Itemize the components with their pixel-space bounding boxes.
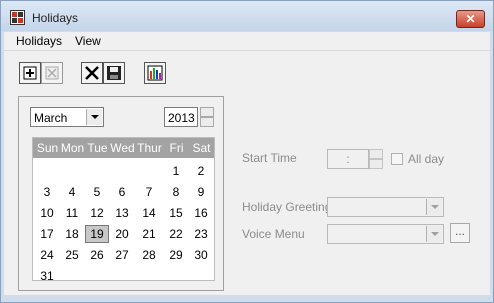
new-holiday-icon	[23, 66, 37, 80]
calendar-day[interactable]: 16	[189, 204, 213, 222]
close-button[interactable]: ✕	[456, 10, 485, 28]
new-holiday-button[interactable]	[19, 62, 41, 84]
calendar-day[interactable]: 15	[164, 204, 188, 222]
calendar-day[interactable]: 30	[189, 246, 213, 264]
calendar-day[interactable]: 23	[189, 225, 213, 243]
chevron-down-icon[interactable]	[426, 226, 442, 242]
year-down-button[interactable]	[200, 117, 214, 127]
calendar-day[interactable]: 25	[60, 246, 84, 264]
year-field[interactable]: 2013	[164, 107, 198, 127]
calendar-day[interactable]: 20	[110, 225, 134, 243]
edit-button[interactable]	[41, 62, 63, 84]
weekday-label: Wed	[110, 141, 135, 155]
calendar-day[interactable]: 12	[85, 204, 109, 222]
chevron-down-icon[interactable]	[86, 109, 102, 125]
greeting-select[interactable]	[327, 197, 444, 217]
calendar-day[interactable]: 3	[35, 183, 59, 201]
calendar-day[interactable]: 1	[164, 162, 188, 180]
title-bar[interactable]: Holidays ✕	[1, 1, 493, 31]
weekday-label: Thur	[137, 141, 162, 155]
calendar-day[interactable]: 18	[60, 225, 84, 243]
calendar-day[interactable]: 14	[137, 204, 161, 222]
calendar-day[interactable]: 28	[137, 246, 161, 264]
weekday-label: Tue	[87, 141, 108, 155]
calendar-day[interactable]: 2	[189, 162, 213, 180]
calendar-day[interactable]: 31	[35, 267, 59, 285]
report-button[interactable]	[144, 62, 166, 84]
holidays-window: Holidays ✕ Holidays View March 2013 Sun …	[0, 0, 494, 303]
calendar-day[interactable]: 26	[85, 246, 109, 264]
voice-menu-browse-button[interactable]: ...	[450, 223, 470, 243]
selected-day[interactable]: 19	[85, 225, 109, 243]
start-time-label: Start Time	[242, 151, 297, 165]
window-title: Holidays	[32, 11, 79, 25]
calendar-day[interactable]: 6	[110, 183, 134, 201]
calendar-day[interactable]: 4	[60, 183, 84, 201]
calendar-day[interactable]: 10	[35, 204, 59, 222]
save-button[interactable]	[103, 62, 125, 84]
calendar-day[interactable]: 17	[35, 225, 59, 243]
calendar-day[interactable]: 13	[110, 204, 134, 222]
calendar-day[interactable]: 8	[164, 183, 188, 201]
report-chart-icon	[147, 65, 163, 81]
month-value: March	[34, 111, 68, 125]
start-time-input[interactable]: :	[327, 149, 369, 169]
delete-x-icon	[85, 66, 99, 80]
weekday-label: Fri	[169, 141, 184, 155]
year-value: 2013	[168, 111, 195, 125]
voice-menu-label: Voice Menu	[242, 227, 305, 241]
save-disk-icon	[107, 66, 121, 80]
delete-button[interactable]	[81, 62, 103, 84]
calendar-day[interactable]: 24	[35, 246, 59, 264]
chevron-down-icon[interactable]	[426, 199, 442, 215]
calendar-day[interactable]: 11	[60, 204, 84, 222]
calendar-day[interactable]: 7	[137, 183, 161, 201]
weekday-header: Sun Mon Tue Wed Thur Fri Sat	[33, 138, 214, 158]
menu-holidays[interactable]: Holidays	[16, 34, 62, 48]
calendar-day[interactable]: 29	[164, 246, 188, 264]
calendar-day[interactable]: 22	[164, 225, 188, 243]
time-up-button[interactable]	[369, 149, 383, 159]
calendar-day[interactable]: 21	[137, 225, 161, 243]
app-icon	[10, 10, 25, 25]
weekday-label: Mon	[60, 141, 85, 155]
month-calendar: Sun Mon Tue Wed Thur Fri Sat 1 2 3 4 5 6 7 8 9 10…	[32, 137, 215, 283]
disabled-edit-icon	[45, 66, 59, 80]
calendar-day[interactable]: 9	[189, 183, 213, 201]
menu-view[interactable]: View	[75, 34, 101, 48]
all-day-checkbox[interactable]	[391, 153, 403, 165]
voice-menu-select[interactable]	[327, 224, 444, 244]
menu-bar: Holidays View	[4, 32, 490, 51]
greeting-label: Holiday Greeting	[242, 200, 332, 214]
weekday-label: Sun	[36, 141, 59, 155]
calendar-day[interactable]: 5	[85, 183, 109, 201]
weekday-label: Sat	[192, 141, 211, 155]
time-down-button[interactable]	[369, 159, 383, 169]
all-day-label: All day	[408, 152, 445, 166]
month-select[interactable]: March	[30, 107, 104, 127]
year-up-button[interactable]	[200, 107, 214, 117]
calendar-day[interactable]: 27	[110, 246, 134, 264]
